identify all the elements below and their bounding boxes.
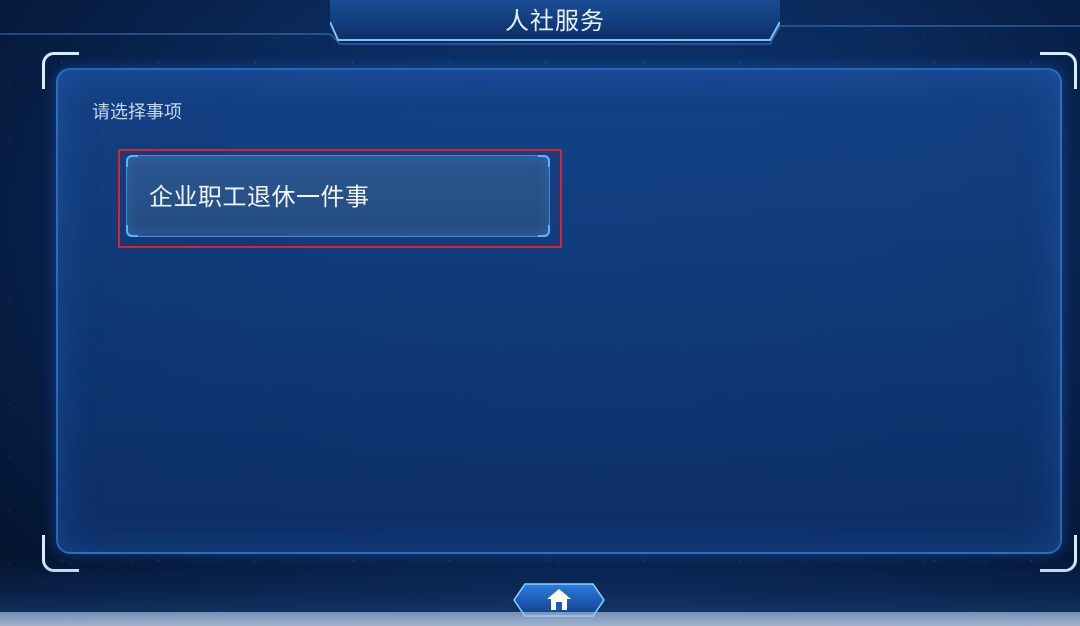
- item-label: 企业职工退休一件事: [149, 183, 370, 211]
- header-tab: 人社服务: [330, 0, 780, 44]
- card-corner: [538, 155, 550, 167]
- item-enterprise-retirement[interactable]: 企业职工退休一件事: [126, 155, 550, 237]
- bottom-strip: [0, 612, 1080, 626]
- select-prompt: 请选择事项: [92, 102, 182, 123]
- card-corner: [538, 225, 550, 237]
- main-panel: [56, 68, 1062, 554]
- card-corner: [126, 155, 138, 167]
- page-title: 人社服务: [505, 7, 605, 35]
- card-corner: [126, 225, 138, 237]
- app-screen: 人社服务 请选择事项 企业职工退休一件事: [0, 0, 1080, 626]
